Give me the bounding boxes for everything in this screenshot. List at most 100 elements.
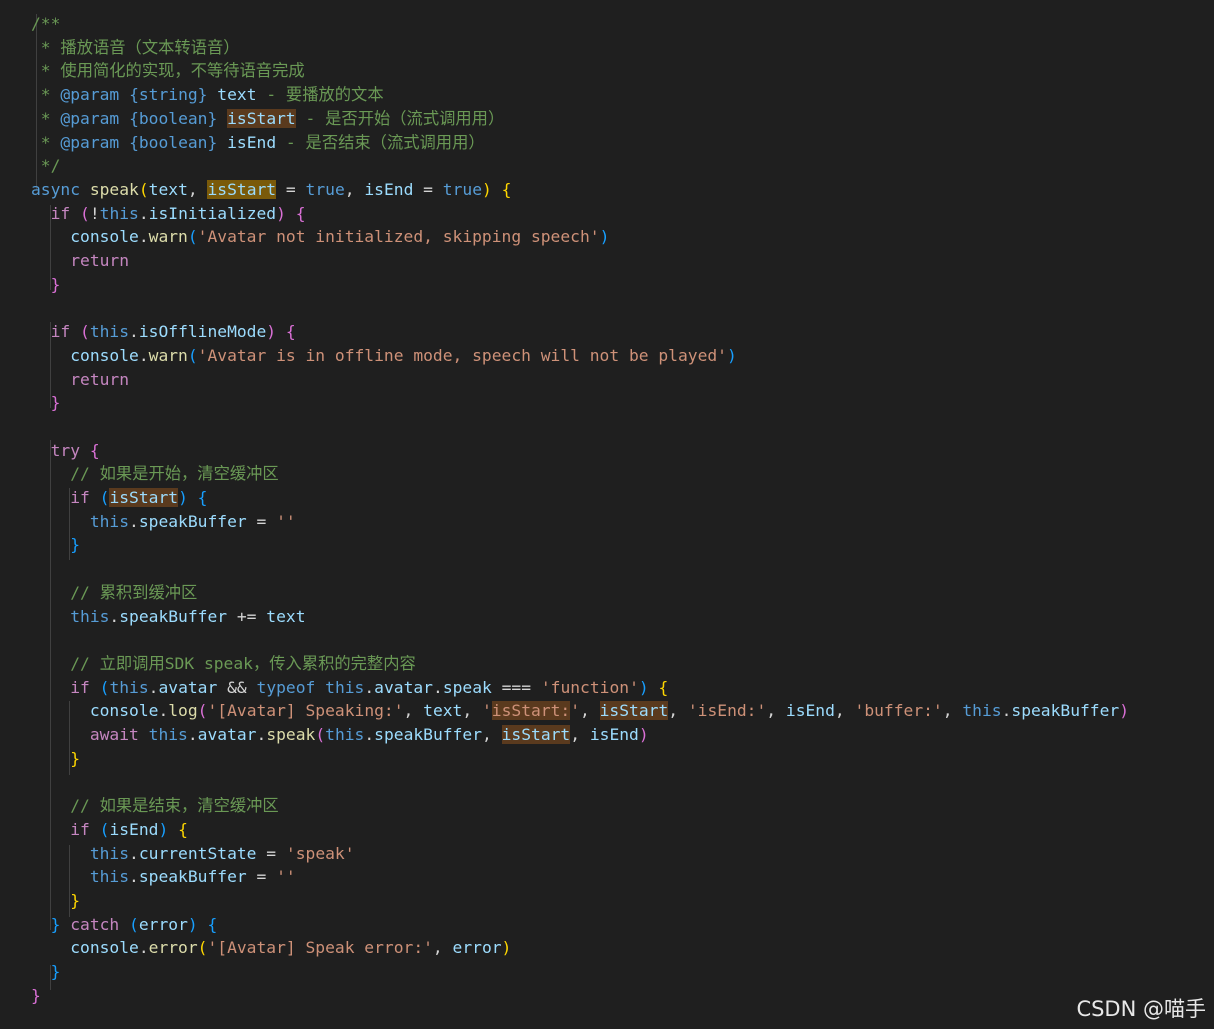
code-token: isEnd xyxy=(364,179,414,199)
code-line[interactable]: console.warn('Avatar not initialized, sk… xyxy=(31,225,609,249)
code-line[interactable]: } xyxy=(31,533,80,557)
code-token: error xyxy=(138,914,188,934)
code-line[interactable]: if (isStart) { xyxy=(31,486,207,510)
code-token: 'function' xyxy=(540,677,639,697)
code-token: } xyxy=(31,535,81,555)
code-line[interactable]: } catch (error) { xyxy=(31,913,218,937)
code-token: this xyxy=(31,511,130,531)
code-line[interactable]: * 播放语音（文本转语音） xyxy=(31,36,240,60)
code-line[interactable]: // 如果是开始，清空缓冲区 xyxy=(31,462,279,486)
code-token: . xyxy=(187,725,198,744)
code-line[interactable]: * @param {string} text - 要播放的文本 xyxy=(31,83,384,107)
code-line[interactable]: } xyxy=(31,984,41,1008)
code-token: currentState xyxy=(138,843,257,863)
code-line[interactable]: if (isEnd) { xyxy=(31,818,188,842)
code-token: . xyxy=(129,511,139,531)
code-line[interactable]: this.speakBuffer = '' xyxy=(31,865,296,889)
code-line[interactable]: try { xyxy=(31,439,100,463)
code-token: speak xyxy=(89,179,139,199)
code-token: } xyxy=(31,748,81,768)
code-token: isStart xyxy=(109,488,179,507)
code-line[interactable]: // 累积到缓冲区 xyxy=(31,581,197,605)
code-token: isOfflineMode xyxy=(138,322,267,342)
code-line[interactable]: this.speakBuffer += text xyxy=(31,605,306,629)
code-token: = xyxy=(276,179,306,199)
code-token: isStart xyxy=(227,108,296,128)
code-line[interactable]: console.log('[Avatar] Speaking:', text, … xyxy=(31,699,1129,723)
code-token: catch xyxy=(70,914,130,934)
code-line[interactable]: this.speakBuffer = '' xyxy=(31,510,296,534)
code-token: , xyxy=(462,701,482,721)
code-token: this xyxy=(31,867,130,887)
code-line[interactable]: } xyxy=(31,391,61,415)
code-token: 'Avatar is in offline mode, speech will … xyxy=(197,345,727,365)
code-token: try xyxy=(31,440,90,460)
code-token: console xyxy=(31,345,139,365)
code-token: , xyxy=(766,701,786,721)
code-line[interactable]: * @param {boolean} isEnd - 是否结束（流式调用用） xyxy=(31,131,485,155)
code-token: = xyxy=(246,511,277,531)
code-line[interactable]: */ xyxy=(31,154,61,178)
code-line[interactable]: /** xyxy=(31,12,60,36)
code-token: ) xyxy=(727,345,737,365)
code-token: avatar xyxy=(374,677,433,697)
code-token: text xyxy=(217,85,257,105)
code-line[interactable]: await this.avatar.speak(this.speakBuffer… xyxy=(31,723,649,747)
code-line[interactable]: // 立即调用SDK speak，传入累积的完整内容 xyxy=(31,652,416,676)
code-line[interactable]: } xyxy=(31,747,80,771)
code-token: {boolean} xyxy=(129,132,218,152)
code-token: text xyxy=(148,179,188,199)
watermark: CSDN @喵手 xyxy=(1076,997,1206,1021)
code-token: this xyxy=(109,677,149,697)
code-token: this xyxy=(148,725,188,744)
code-line[interactable]: async speak(text, isStart = true, isEnd … xyxy=(31,178,511,202)
code-line[interactable]: console.error('[Avatar] Speak error:', e… xyxy=(31,936,511,960)
code-token: */ xyxy=(31,156,61,176)
code-line[interactable]: return xyxy=(31,249,129,273)
code-token: this xyxy=(325,677,365,697)
code-token: speakBuffer xyxy=(374,725,482,744)
code-line[interactable]: if (!this.isInitialized) { xyxy=(31,202,306,226)
code-line[interactable]: if (this.isOfflineMode) { xyxy=(31,320,296,344)
code-token: { xyxy=(658,677,669,697)
code-token: , xyxy=(580,701,600,721)
code-token: , xyxy=(570,725,590,744)
code-token: ) xyxy=(638,725,649,744)
code-token: {string} xyxy=(129,85,208,105)
code-token: , xyxy=(187,179,208,199)
code-token: ( xyxy=(138,179,149,199)
code-line[interactable]: // 如果是结束，清空缓冲区 xyxy=(31,794,279,818)
code-token: ) xyxy=(158,819,179,839)
code-token: } xyxy=(31,985,41,1005)
code-token: avatar xyxy=(197,725,257,744)
code-token: @param xyxy=(60,108,120,128)
code-token: async xyxy=(31,179,90,199)
code-token: speak xyxy=(266,725,316,744)
code-token: speakBuffer xyxy=(138,511,247,531)
code-line[interactable]: } xyxy=(31,889,80,913)
code-line[interactable]: return xyxy=(31,368,129,392)
code-token: - 是否开始（流式调用用） xyxy=(295,108,505,128)
code-token: ( xyxy=(99,819,110,839)
code-token: . xyxy=(158,701,169,721)
code-line[interactable]: } xyxy=(31,273,61,297)
code-token: text xyxy=(266,606,306,626)
code-token: true xyxy=(442,179,483,199)
code-line[interactable]: if (this.avatar && typeof this.avatar.sp… xyxy=(31,676,668,700)
code-token: if xyxy=(31,203,81,223)
code-line[interactable]: * 使用简化的实现，不等待语音完成 xyxy=(31,59,305,83)
code-editor[interactable]: /** * 播放语音（文本转语音） * 使用简化的实现，不等待语音完成 * @p… xyxy=(0,0,1214,1029)
code-line[interactable]: } xyxy=(31,960,61,984)
code-token: . xyxy=(129,322,139,342)
code-token: * xyxy=(31,132,61,152)
code-token: , xyxy=(482,725,502,744)
code-token: . xyxy=(138,203,149,223)
code-line[interactable]: console.warn('Avatar is in offline mode,… xyxy=(31,344,737,368)
code-line[interactable]: * @param {boolean} isStart - 是否开始（流式调用用） xyxy=(31,107,504,131)
code-line[interactable]: this.currentState = 'speak' xyxy=(31,842,355,866)
code-token: } xyxy=(31,962,61,981)
